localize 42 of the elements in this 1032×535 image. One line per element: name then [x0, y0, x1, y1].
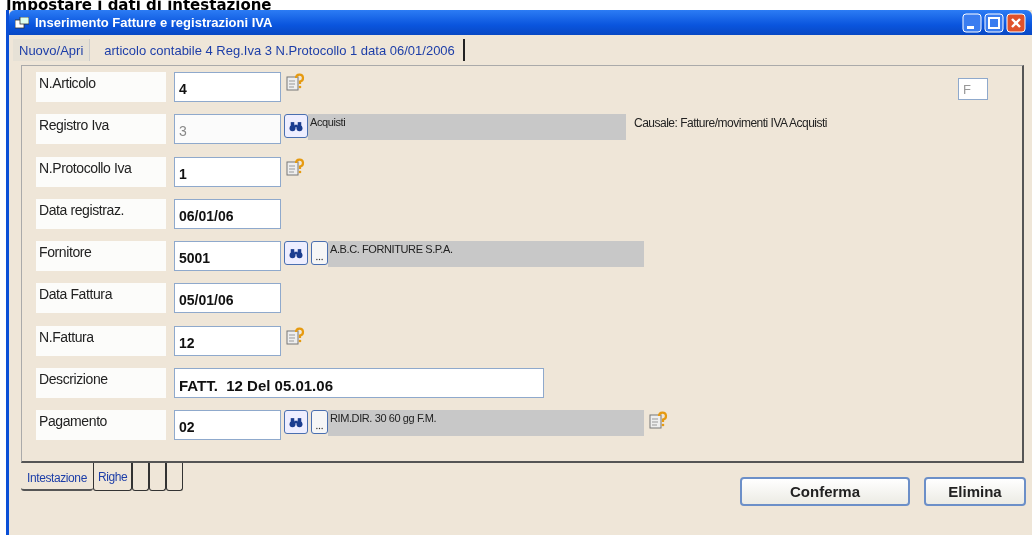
field-label: N.Fattura — [36, 325, 166, 356]
field-label: Data Fattura — [36, 283, 166, 314]
binoculars-icon — [289, 120, 303, 132]
ellipsis-button[interactable] — [311, 410, 328, 435]
binoculars-button[interactable] — [284, 241, 308, 266]
minimize-icon[interactable] — [962, 12, 982, 33]
binoculars-icon — [289, 247, 303, 259]
causale-text: Causale: Fatture/movimenti IVA Acquisti — [634, 116, 828, 131]
tab[interactable]: Righe — [92, 463, 133, 491]
binoculars-icon — [289, 416, 303, 428]
input-field[interactable]: 1 — [174, 156, 281, 187]
field-label: Data registraz. — [36, 198, 166, 229]
ellipsis-icon — [315, 258, 324, 262]
ellipsis-icon — [315, 427, 324, 431]
field-label: Fornitore — [36, 241, 166, 272]
tab[interactable]: Nuovo/Apri — [13, 39, 91, 61]
ellipsis-button[interactable] — [311, 241, 328, 266]
input-field[interactable]: 02 — [174, 410, 281, 441]
field-label: Pagamento — [36, 410, 166, 441]
field-label: N.Articolo — [36, 72, 166, 102]
blank-tab[interactable] — [166, 463, 184, 491]
binoculars-button[interactable] — [284, 410, 308, 435]
field-label: Registro Iva — [36, 114, 166, 145]
input-field[interactable]: 05/01/06 — [174, 283, 281, 314]
description-bar: A.B.C. FORNITURE S.P.A. — [328, 241, 644, 268]
description-bar: Acquisti — [308, 114, 626, 141]
blank-tab[interactable] — [149, 463, 167, 491]
field-label: N.Protocollo Iva — [36, 156, 166, 187]
action-button[interactable]: Elimina — [924, 477, 1026, 506]
field-label: Descrizione — [36, 368, 166, 399]
input-field[interactable]: 4 — [174, 72, 281, 102]
input-field[interactable]: 12 — [174, 325, 281, 356]
input-field[interactable]: 06/01/06 — [174, 198, 281, 229]
blank-tab[interactable] — [132, 463, 150, 491]
description-bar: RIM.DIR. 30 60 gg F.M. — [328, 410, 644, 437]
action-button[interactable]: Conferma — [740, 477, 910, 506]
close-icon[interactable] — [1006, 12, 1026, 33]
window-title: Inserimento Fatture e registrazioni IVA — [35, 15, 273, 30]
maximize-icon[interactable] — [984, 12, 1004, 33]
input-field[interactable]: 5001 — [174, 241, 281, 272]
window-icon — [15, 16, 29, 29]
input-field[interactable]: FATT. 12 Del 05.01.06 — [174, 368, 544, 399]
